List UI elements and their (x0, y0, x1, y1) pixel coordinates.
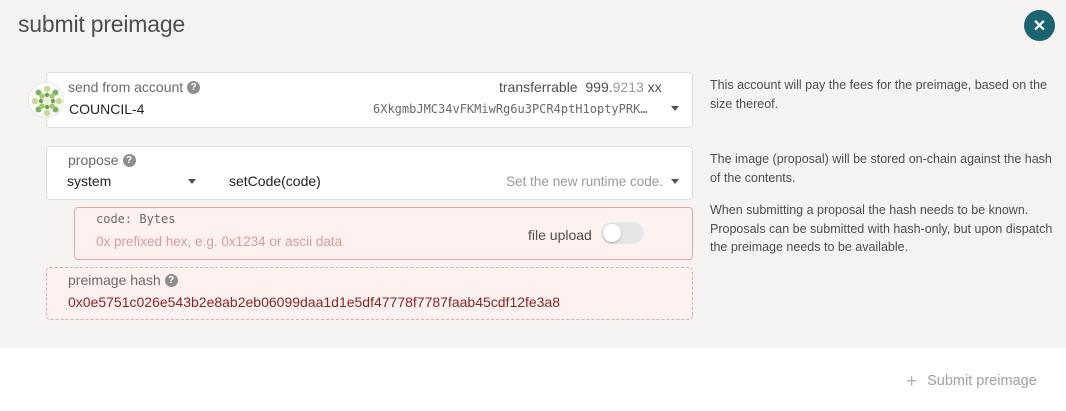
account-help-text: This account will pay the fees for the p… (710, 78, 1047, 111)
account-name: COUNCIL-4 (69, 101, 145, 117)
help-icon[interactable]: ? (122, 153, 136, 167)
modal-title: submit preimage (18, 11, 186, 37)
propose-label: propose (68, 152, 119, 168)
account-label: send from account (68, 79, 184, 95)
code-input[interactable]: 0x prefixed hex, e.g. 0x1234 or ascii da… (96, 234, 516, 249)
send-from-account-field[interactable]: send from account ? transferrable 999.92… (46, 72, 693, 128)
method-description: Set the new runtime code. (506, 174, 663, 189)
file-upload-label: file upload (528, 227, 592, 243)
propose-help-text: The image (proposal) will be stored on-c… (710, 152, 1052, 185)
account-identicon (28, 82, 64, 118)
submit-preimage-label: Submit preimage (927, 373, 1037, 389)
preimage-hash-value: 0x0e5751c026e543b2e8ab2eb06099daa1d1e5df… (68, 294, 561, 310)
transferrable-label: transferrable (499, 79, 578, 95)
close-button[interactable]: ✕ (1024, 10, 1055, 41)
propose-field: propose ? system setCode(code) Set the n… (46, 146, 693, 200)
identicon-icon (31, 85, 63, 117)
balance-decimals: 9213 (612, 79, 644, 95)
modal-content: submit preimage ✕ send from account ? tr… (0, 0, 1066, 348)
account-address: 6XkgmbJMC34vFKMiwRg6u3PCR4ptH1optyPRK… (373, 102, 648, 116)
submit-preimage-button[interactable]: + Submit preimage (906, 371, 1037, 391)
preimage-hash-label: preimage hash (68, 272, 161, 288)
balance-main: 999. (585, 79, 613, 95)
balance-unit: xx (647, 79, 662, 95)
balance-display: transferrable 999.9213 xx (499, 79, 662, 95)
toggle-knob (603, 224, 621, 242)
method-value: setCode(code) (229, 173, 321, 189)
plus-icon: + (906, 370, 918, 392)
help-icon[interactable]: ? (187, 80, 201, 94)
code-param-label: code: Bytes (96, 212, 176, 226)
file-upload-toggle[interactable] (601, 222, 644, 244)
section-dropdown-caret (188, 179, 196, 184)
account-dropdown-caret[interactable] (671, 106, 679, 111)
close-icon: ✕ (1032, 17, 1047, 35)
preimage-hash-field: preimage hash ? 0x0e5751c026e543b2e8ab2e… (46, 267, 693, 320)
section-select[interactable]: system (67, 173, 227, 195)
method-dropdown-caret (671, 179, 679, 184)
preimage-help-text: When submitting a proposal the hash need… (710, 203, 1053, 254)
submit-preimage-modal: submit preimage ✕ send from account ? tr… (0, 0, 1066, 411)
help-icon[interactable]: ? (164, 273, 178, 287)
method-select[interactable]: setCode(code) Set the new runtime code. (229, 173, 681, 195)
section-value: system (67, 173, 112, 189)
